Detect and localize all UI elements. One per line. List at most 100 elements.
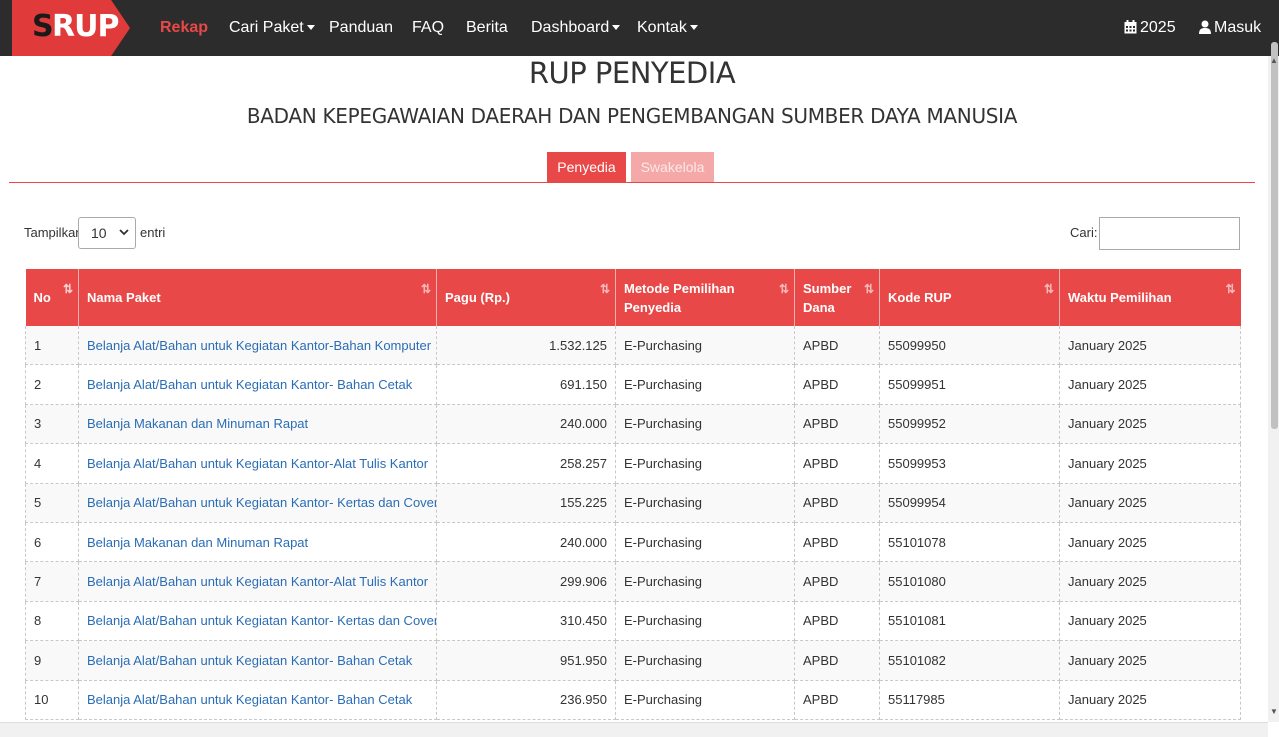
show-label: Tampilkan bbox=[24, 225, 83, 240]
scroll-down-icon[interactable]: ▼ bbox=[1270, 707, 1278, 716]
table-header-row: No ⇅ Nama Paket ⇅ Pagu (Rp.) ⇅ Metode Pemil… bbox=[25, 269, 1241, 326]
cell-pagu: 240.000 bbox=[436, 404, 616, 445]
cell-no: 3 bbox=[25, 404, 79, 445]
cell-kode-rup: 55101078 bbox=[879, 522, 1060, 563]
table-row: 6 Belanja Makanan dan Minuman Rapat 240.00… bbox=[25, 522, 1241, 563]
nav-dashboard[interactable]: Dashboard bbox=[531, 0, 621, 56]
cell-sumber-dana: APBD bbox=[794, 326, 880, 366]
entries-per-page-select[interactable]: 10 bbox=[78, 217, 136, 249]
cell-metode: E-Purchasing bbox=[615, 443, 795, 484]
table-row: 2 Belanja Alat/Bahan untuk Kegiatan Kanto… bbox=[25, 364, 1241, 405]
cell-pagu: 1.532.125 bbox=[436, 326, 616, 366]
cell-waktu: January 2025 bbox=[1059, 601, 1241, 642]
cell-waktu: January 2025 bbox=[1059, 522, 1241, 563]
login-link[interactable]: Masuk bbox=[1199, 0, 1261, 56]
cell-waktu: January 2025 bbox=[1059, 640, 1241, 681]
tab-swakelola[interactable]: Swakelola bbox=[631, 152, 714, 182]
vertical-scrollbar-thumb[interactable] bbox=[1271, 42, 1278, 429]
table-row: 3 Belanja Makanan dan Minuman Rapat 240.00… bbox=[25, 404, 1241, 445]
login-label: Masuk bbox=[1214, 19, 1262, 36]
cell-metode: E-Purchasing bbox=[615, 483, 795, 523]
nav-berita[interactable]: Berita bbox=[466, 0, 508, 56]
chevron-down-icon bbox=[119, 229, 129, 236]
cell-nama-paket-link[interactable]: Belanja Alat/Bahan untuk Kegiatan Kantor… bbox=[78, 680, 437, 720]
cell-sumber-dana: APBD bbox=[794, 522, 880, 563]
nav-rekap-label: Rekap bbox=[160, 19, 209, 36]
cell-sumber-dana: APBD bbox=[794, 640, 880, 681]
column-header-waktu[interactable]: Waktu Pemilihan ⇅ bbox=[1059, 269, 1241, 326]
cell-metode: E-Purchasing bbox=[615, 522, 795, 563]
sort-icon: ⇅ bbox=[778, 282, 789, 296]
cell-kode-rup: 55099951 bbox=[879, 364, 1060, 405]
cell-nama-paket-link[interactable]: Belanja Alat/Bahan untuk Kegiatan Kantor… bbox=[78, 601, 437, 642]
nav-kontak[interactable]: Kontak bbox=[637, 0, 698, 56]
cell-metode: E-Purchasing bbox=[615, 561, 795, 602]
cell-pagu: 240.000 bbox=[436, 522, 616, 563]
cell-no: 7 bbox=[25, 561, 79, 602]
cell-kode-rup: 55101081 bbox=[879, 601, 1060, 642]
column-header-metode[interactable]: Metode Pemilihan Penyedia ⇅ bbox=[615, 269, 795, 326]
nav-berita-label: Berita bbox=[466, 19, 508, 36]
tab-divider bbox=[9, 182, 1255, 183]
cell-pagu: 691.150 bbox=[436, 364, 616, 405]
nav-panduan-label: Panduan bbox=[329, 19, 394, 36]
nav-panduan[interactable]: Panduan bbox=[329, 0, 393, 56]
cell-sumber-dana: APBD bbox=[794, 561, 880, 602]
caret-down-icon bbox=[689, 25, 698, 31]
column-header-sumber-dana[interactable]: Sumber Dana ⇅ bbox=[794, 269, 880, 326]
table-row: 9 Belanja Alat/Bahan untuk Kegiatan Kanto… bbox=[25, 640, 1241, 681]
cell-pagu: 155.225 bbox=[436, 483, 616, 523]
cell-metode: E-Purchasing bbox=[615, 601, 795, 642]
cell-waktu: January 2025 bbox=[1059, 680, 1241, 720]
scroll-up-icon[interactable]: ▲ bbox=[1270, 56, 1278, 65]
table-row: 5 Belanja Alat/Bahan untuk Kegiatan Kanto… bbox=[25, 483, 1241, 523]
tab-penyedia[interactable]: Penyedia bbox=[547, 152, 626, 182]
entries-per-page-value: 10 bbox=[91, 225, 107, 241]
sort-asc-icon: ⇅ bbox=[62, 282, 73, 296]
cell-nama-paket-link[interactable]: Belanja Alat/Bahan untuk Kegiatan Kantor… bbox=[78, 561, 437, 602]
column-header-kode-rup[interactable]: Kode RUP ⇅ bbox=[879, 269, 1060, 326]
cell-metode: E-Purchasing bbox=[615, 404, 795, 445]
cell-no: 6 bbox=[25, 522, 79, 563]
nav-faq[interactable]: FAQ bbox=[412, 0, 444, 56]
cell-no: 5 bbox=[25, 483, 79, 523]
column-header-nama-paket[interactable]: Nama Paket ⇅ bbox=[78, 269, 437, 326]
cell-nama-paket-link[interactable]: Belanja Alat/Bahan untuk Kegiatan Kantor… bbox=[78, 640, 437, 681]
sort-icon: ⇅ bbox=[863, 282, 874, 296]
cell-nama-paket-link[interactable]: Belanja Alat/Bahan untuk Kegiatan Kantor… bbox=[78, 483, 437, 523]
nav-cari-paket[interactable]: Cari Paket bbox=[229, 0, 315, 56]
cell-nama-paket-link[interactable]: Belanja Makanan dan Minuman Rapat bbox=[78, 404, 437, 445]
column-header-label: No bbox=[33, 290, 51, 305]
table-body: 1 Belanja Alat/Bahan untuk Kegiatan Kanto… bbox=[25, 326, 1241, 720]
sirup-logo[interactable]: S RUP bbox=[12, 0, 130, 56]
table-row: 1 Belanja Alat/Bahan untuk Kegiatan Kanto… bbox=[25, 326, 1241, 366]
sort-icon: ⇅ bbox=[420, 282, 431, 296]
cell-nama-paket-link[interactable]: Belanja Alat/Bahan untuk Kegiatan Kantor… bbox=[78, 364, 437, 405]
cell-kode-rup: 55101082 bbox=[879, 640, 1060, 681]
cell-sumber-dana: APBD bbox=[794, 364, 880, 405]
cell-kode-rup: 55117985 bbox=[879, 680, 1060, 720]
page-subtitle: BADAN KEPEGAWAIAN DAERAH DAN PENGEMBANGA… bbox=[246, 104, 1018, 128]
cell-no: 4 bbox=[25, 443, 79, 484]
cell-nama-paket-link[interactable]: Belanja Alat/Bahan untuk Kegiatan Kantor… bbox=[78, 326, 437, 366]
year-selector[interactable]: 2025 bbox=[1124, 0, 1176, 56]
column-header-no[interactable]: No ⇅ bbox=[25, 269, 79, 326]
search-input[interactable] bbox=[1099, 217, 1240, 250]
cell-nama-paket-link[interactable]: Belanja Alat/Bahan untuk Kegiatan Kantor… bbox=[78, 443, 437, 484]
cell-nama-paket-link[interactable]: Belanja Makanan dan Minuman Rapat bbox=[78, 522, 437, 563]
table-row: 7 Belanja Alat/Bahan untuk Kegiatan Kanto… bbox=[25, 561, 1241, 602]
cell-waktu: January 2025 bbox=[1059, 561, 1241, 602]
column-header-pagu[interactable]: Pagu (Rp.) ⇅ bbox=[436, 269, 616, 326]
nav-dashboard-label: Dashboard bbox=[531, 19, 610, 36]
column-header-label: Pagu (Rp.) bbox=[445, 290, 510, 305]
cell-sumber-dana: APBD bbox=[794, 601, 880, 642]
calendar-icon bbox=[1124, 20, 1137, 34]
cell-kode-rup: 55099952 bbox=[879, 404, 1060, 445]
column-header-label: Metode Pemilihan bbox=[624, 280, 735, 296]
horizontal-scrollbar[interactable] bbox=[0, 722, 1268, 737]
sort-icon: ⇅ bbox=[599, 282, 610, 296]
nav-rekap[interactable]: Rekap bbox=[160, 0, 208, 56]
search-label: Cari: bbox=[1070, 225, 1098, 240]
column-header-label: Dana bbox=[803, 299, 835, 315]
page-title: RUP PENYEDIA bbox=[528, 56, 736, 90]
